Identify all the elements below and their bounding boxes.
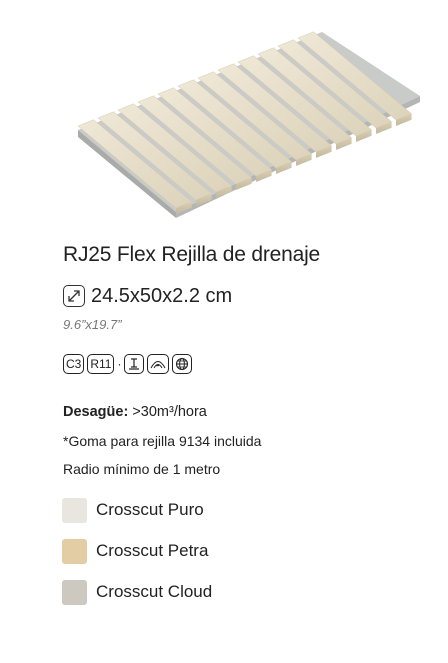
finish-label[interactable]: Crosscut Petra <box>96 541 208 561</box>
product-title: RJ25 Flex Rejilla de drenaje <box>63 243 321 266</box>
finish-option-puro[interactable]: Crosscut Puro <box>62 497 204 523</box>
finish-option-cloud[interactable]: Crosscut Cloud <box>62 579 212 605</box>
frost-resistant-icon <box>147 354 170 374</box>
drainage-grate-illustration <box>77 31 420 218</box>
badge-r11: R11 <box>87 354 115 374</box>
badge-separator: · <box>117 357 122 371</box>
drain-capacity: Desagüe: >30m³/hora <box>63 404 207 420</box>
badge-c3: C3 <box>63 354 85 374</box>
drain-value: >30m³/hora <box>128 404 207 420</box>
finish-swatch-puro[interactable] <box>62 497 87 523</box>
finish-label[interactable]: Crosscut Cloud <box>96 582 212 602</box>
pedestrian-traffic-icon <box>124 354 145 374</box>
globe-icon <box>172 354 193 374</box>
finish-swatch-petra[interactable] <box>62 538 87 564</box>
finish-swatch-cloud[interactable] <box>62 579 87 605</box>
drain-label: Desagüe: <box>63 404 129 420</box>
finish-label[interactable]: Crosscut Puro <box>96 500 204 520</box>
radius-note: Radio mínimo de 1 metro <box>63 461 221 477</box>
finish-option-petra[interactable]: Crosscut Petra <box>62 538 208 564</box>
dimensions-cm: 24.5x50x2.2 cm <box>91 284 233 307</box>
dimensions-inch: 9.6”x19.7” <box>63 317 122 332</box>
product-image <box>0 0 448 230</box>
expand-arrows-icon <box>63 285 85 307</box>
rubber-note: *Goma para rejilla 9134 incluida <box>63 433 262 449</box>
dimensions-row: 24.5x50x2.2 cm <box>63 283 232 309</box>
technical-badges: C3 R11 · <box>63 353 195 375</box>
